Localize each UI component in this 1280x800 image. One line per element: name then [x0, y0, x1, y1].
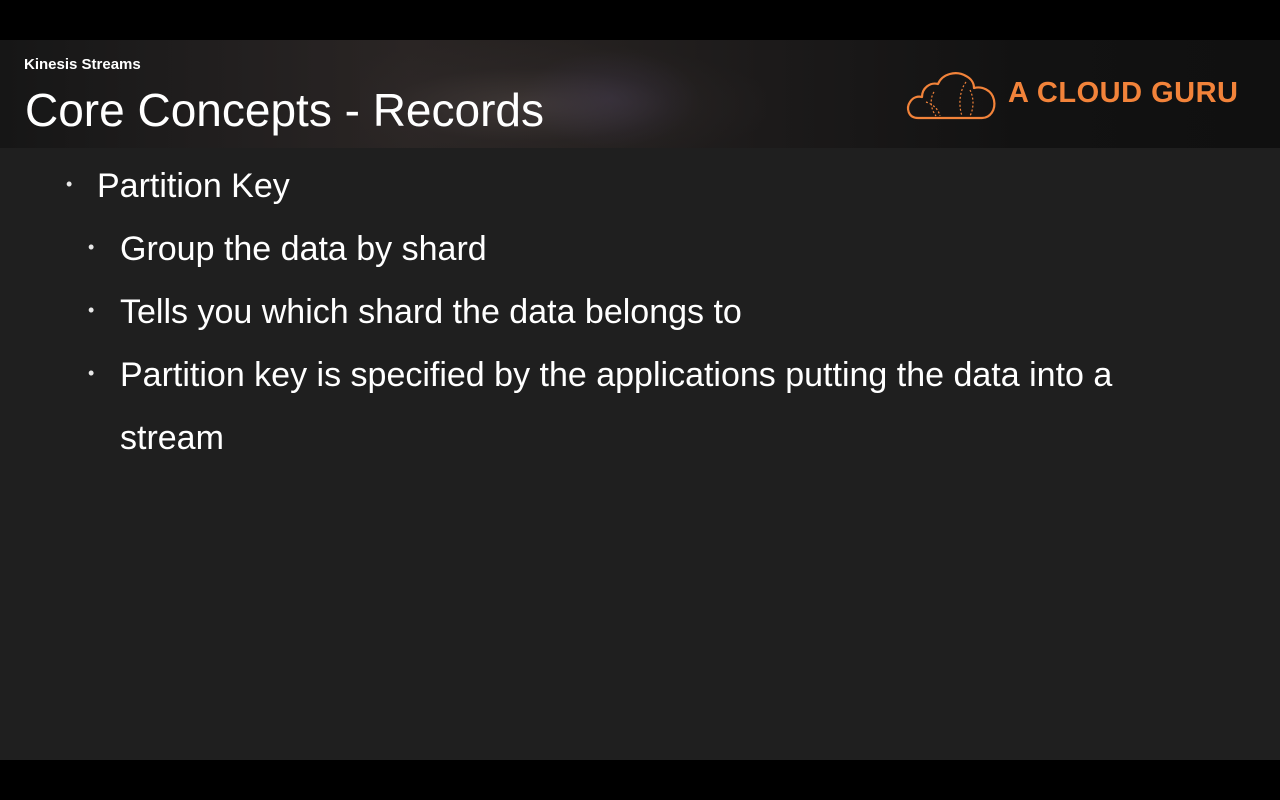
bullet-text: Partition Key	[97, 167, 290, 205]
bullet-dot-icon: •	[66, 174, 73, 194]
letterbox-top	[0, 0, 1280, 40]
slide-title: Core Concepts - Records	[25, 84, 544, 136]
section-label: Kinesis Streams	[24, 56, 141, 73]
bullet-text: Group the data by shard	[120, 230, 487, 268]
bullet-text: Partition key is specified by the applic…	[120, 356, 1113, 394]
bullet-dot-icon: •	[88, 237, 95, 257]
slide-header: Kinesis Streams Core Concepts - Records …	[0, 40, 1280, 148]
brand-logo: A CLOUD GURU	[904, 68, 1244, 124]
letterbox-bottom	[0, 760, 1280, 800]
slide: Kinesis Streams Core Concepts - Records …	[0, 40, 1280, 760]
logo-text: A CLOUD GURU	[1008, 77, 1239, 109]
bullet-text-continuation: stream	[120, 419, 224, 457]
header-background-photo-detail	[520, 50, 700, 148]
cloud-logo-icon	[907, 72, 996, 120]
bullet-dot-icon: •	[88, 300, 95, 320]
bullet-text: Tells you which shard the data belongs t…	[120, 293, 742, 331]
bullet-dot-icon: •	[88, 363, 95, 383]
